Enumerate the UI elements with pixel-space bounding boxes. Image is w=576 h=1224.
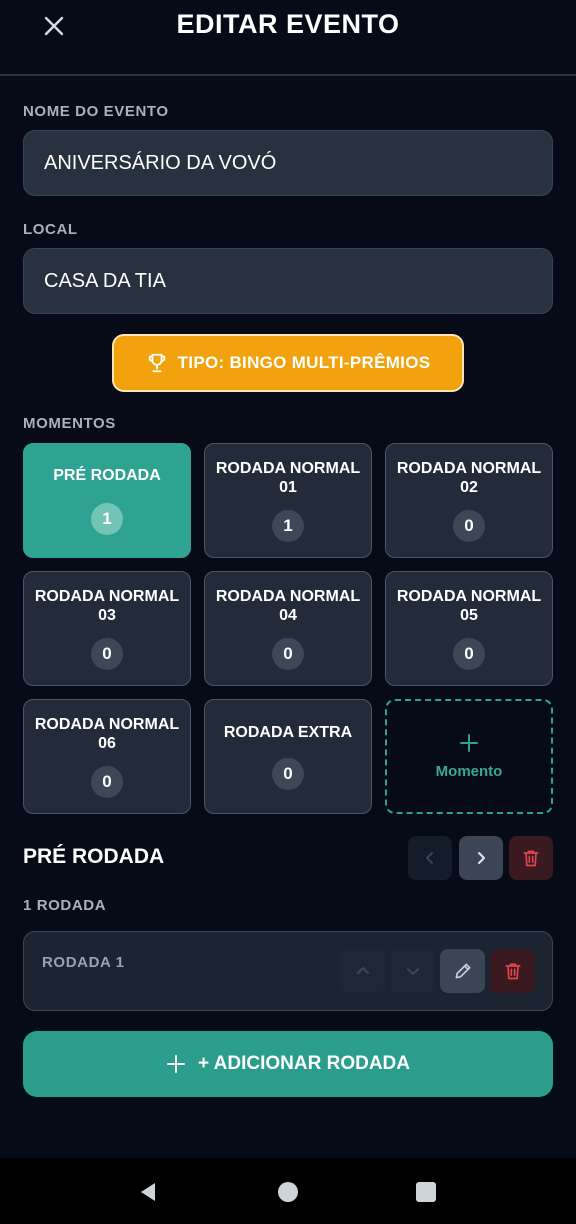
chevron-right-icon [478,852,485,864]
event-name-field[interactable]: ANIVERSÁRIO DA VOVÓ [23,130,553,196]
moment-count-badge: 0 [453,510,485,542]
trophy-icon [148,353,165,373]
chevron-down-icon [406,968,419,975]
home-nav-button[interactable] [274,1178,302,1206]
delete-round-button[interactable] [490,949,535,993]
moment-card-rodada-normal-04[interactable]: RODADA NORMAL 04 0 [204,571,372,686]
add-round-label: + ADICIONAR RODADA [198,1053,410,1074]
moment-count-badge: 0 [272,638,304,670]
moment-count-badge: 0 [91,766,123,798]
edit-round-button[interactable] [440,949,485,993]
trash-icon [505,963,520,980]
moment-label: RODADA NORMAL 03 [34,588,180,624]
home-circle-icon [278,1182,298,1202]
moment-label: RODADA NORMAL 04 [215,588,361,624]
recents-square-icon [416,1182,436,1202]
moment-card-rodada-normal-03[interactable]: RODADA NORMAL 03 0 [23,571,191,686]
moment-label: RODADA NORMAL 06 [34,716,180,752]
back-nav-button[interactable] [134,1178,162,1206]
move-down-button[interactable] [390,949,435,993]
moment-card-rodada-extra[interactable]: RODADA EXTRA 0 [204,699,372,814]
next-moment-button[interactable] [459,836,503,880]
location-value: CASA DA TIA [44,269,166,292]
move-up-button[interactable] [340,949,385,993]
moment-card-rodada-normal-02[interactable]: RODADA NORMAL 02 0 [385,443,553,558]
moment-count-badge: 0 [91,638,123,670]
page-title: EDITAR EVENTO [176,9,400,39]
delete-moment-button[interactable] [509,836,553,880]
chevron-up-icon [356,967,369,974]
chevron-left-icon [426,852,433,864]
moment-label: RODADA NORMAL 05 [396,588,542,624]
moment-label: RODADA EXTRA [223,724,353,741]
moment-label: RODADA NORMAL 01 [215,460,361,496]
moment-label: RODADA NORMAL 02 [396,460,542,496]
round-list-item: RODADA 1 [23,931,553,1011]
moment-count-badge: 1 [272,510,304,542]
selected-moment-title: PRÉ RODADA [23,845,165,868]
round-name: RODADA 1 [42,954,125,971]
recents-nav-button[interactable] [412,1178,440,1206]
event-name-value: ANIVERSÁRIO DA VOVÓ [44,151,277,174]
system-nav-bar [0,1158,576,1224]
event-name-label: NOME DO EVENTO [23,103,169,120]
rounds-count-label: 1 RODADA [23,897,107,914]
location-label: LOCAL [23,221,78,238]
back-triangle-icon [141,1183,155,1201]
add-round-button[interactable]: + ADICIONAR RODADA [23,1031,553,1097]
plus-icon [460,734,478,752]
event-type-label: TIPO: BINGO MULTI-PRÊMIOS [177,353,431,372]
moment-card-rodada-normal-05[interactable]: RODADA NORMAL 05 0 [385,571,553,686]
trash-icon [523,850,539,867]
previous-moment-button[interactable] [408,836,452,880]
moment-card-rodada-normal-06[interactable]: RODADA NORMAL 06 0 [23,699,191,814]
moment-count-badge: 1 [91,503,123,535]
location-field[interactable]: CASA DA TIA [23,248,553,314]
moment-card-pre-rodada[interactable]: PRÉ RODADA 1 [23,443,191,558]
moment-label: PRÉ RODADA [53,467,161,484]
add-moment-label: Momento [435,763,503,780]
event-type-button[interactable]: TIPO: BINGO MULTI-PRÊMIOS [112,334,464,392]
header: EDITAR EVENTO [0,0,576,76]
pencil-icon [455,963,470,979]
moment-count-badge: 0 [272,758,304,790]
plus-icon [167,1055,185,1073]
moment-card-rodada-normal-01[interactable]: RODADA NORMAL 01 1 [204,443,372,558]
moments-label: MOMENTOS [23,415,116,432]
add-moment-button[interactable]: Momento [385,699,553,814]
moment-count-badge: 0 [453,638,485,670]
